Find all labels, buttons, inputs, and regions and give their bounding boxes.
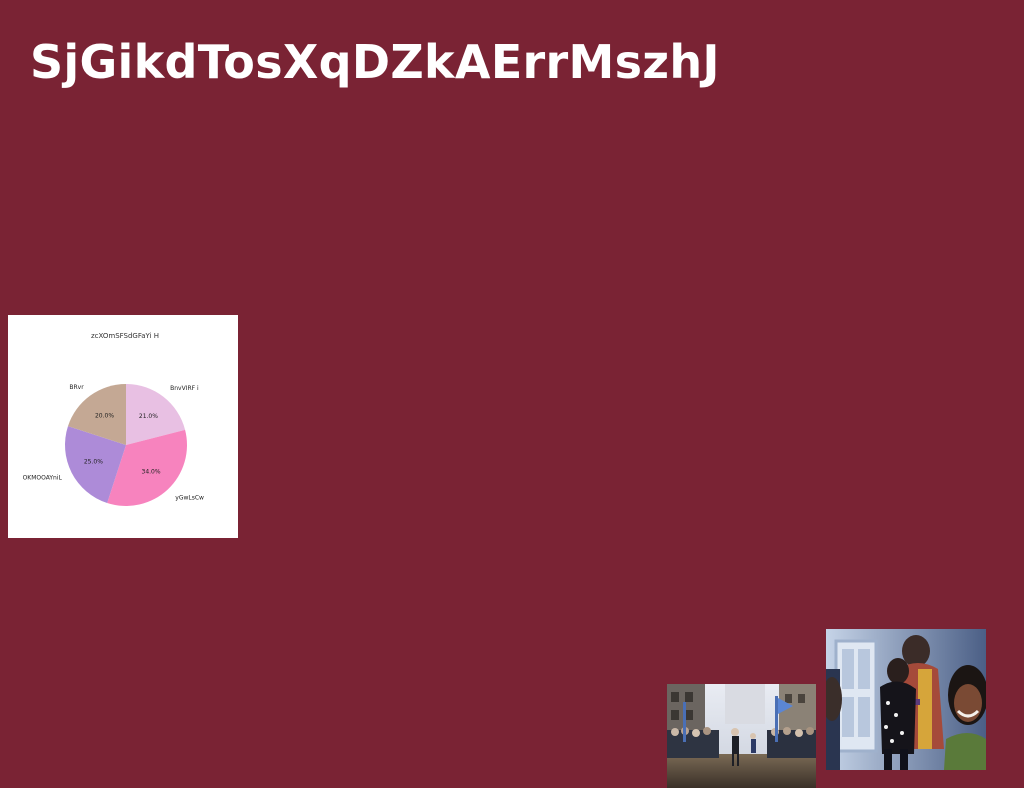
page-title: SjGikdTosXqDZkAErrMszhJ bbox=[30, 35, 720, 89]
hug-photo bbox=[826, 629, 986, 770]
pie-category-label: OKMOOAYniL bbox=[23, 475, 63, 482]
pie-category-label: BnvVIRF i bbox=[170, 385, 199, 392]
pie-chart: zcXOmSFSdGFaYi H 21.0% BnvVIRF i 34.0% yGwL… bbox=[23, 332, 204, 506]
pie-chart-card: zcXOmSFSdGFaYi H 21.0% BnvVIRF i 34.0% yGwL… bbox=[8, 315, 238, 538]
pie-percent-label: 21.0% bbox=[139, 413, 158, 420]
chart-title: zcXOmSFSdGFaYi H bbox=[91, 332, 159, 340]
pie-percent-label: 20.0% bbox=[95, 412, 114, 419]
pie-percent-label: 25.0% bbox=[84, 459, 103, 466]
pie-category-label: yGwLsCw bbox=[175, 494, 204, 501]
pie-slices bbox=[65, 384, 187, 506]
parade-photo bbox=[667, 684, 816, 788]
pie-percent-label: 34.0% bbox=[142, 469, 161, 476]
pie-category-label: BRvr bbox=[69, 384, 84, 391]
